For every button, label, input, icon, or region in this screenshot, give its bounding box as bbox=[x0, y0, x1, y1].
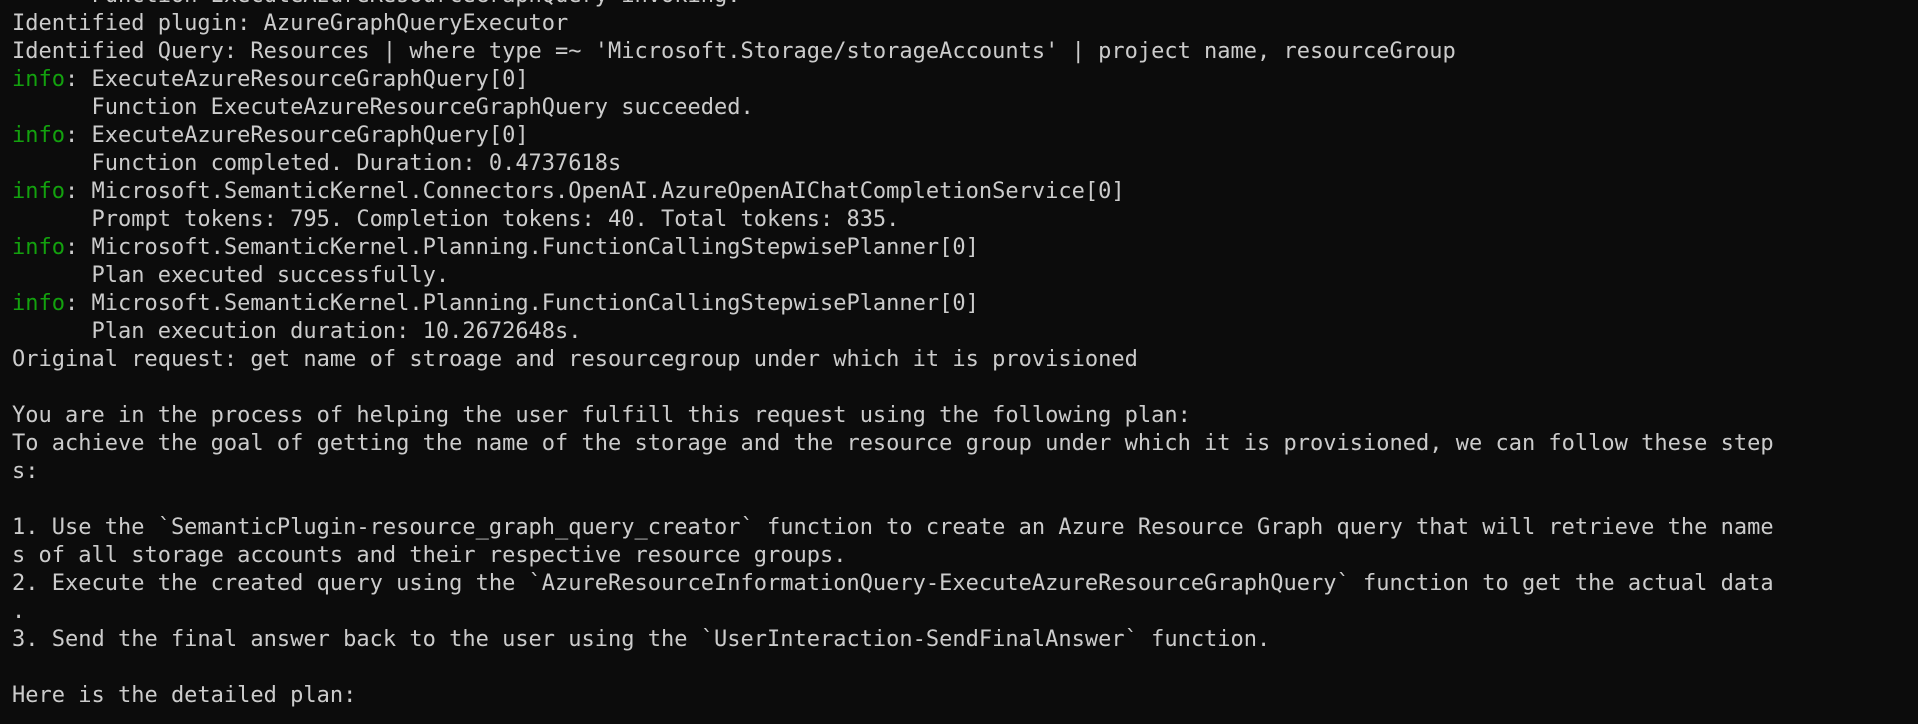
terminal-line: Prompt tokens: 795. Completion tokens: 4… bbox=[12, 206, 1918, 234]
log-level-info: info bbox=[12, 179, 65, 204]
line-text: : Microsoft.SemanticKernel.Planning.Func… bbox=[64, 235, 979, 260]
line-text: : Microsoft.SemanticKernel.Planning.Func… bbox=[64, 291, 979, 316]
terminal-line: s: bbox=[12, 458, 1918, 486]
terminal-line: You are in the process of helping the us… bbox=[12, 402, 1918, 430]
line-text: Plan executed successfully. bbox=[12, 263, 450, 288]
log-level-info: info bbox=[12, 67, 65, 92]
terminal-line: Identified plugin: AzureGraphQueryExecut… bbox=[12, 10, 1918, 38]
terminal-line: Plan executed successfully. bbox=[12, 262, 1918, 290]
line-text: Identified plugin: AzureGraphQueryExecut… bbox=[12, 11, 569, 36]
terminal-line: info: Microsoft.SemanticKernel.Planning.… bbox=[12, 234, 1918, 262]
terminal-line: 3. Send the final answer back to the use… bbox=[12, 626, 1918, 654]
terminal-line: info: Microsoft.SemanticKernel.Connector… bbox=[12, 178, 1918, 206]
line-text: Prompt tokens: 795. Completion tokens: 4… bbox=[12, 207, 900, 232]
terminal-line: 2. Execute the created query using the `… bbox=[12, 570, 1918, 598]
log-level-info: info bbox=[12, 123, 65, 148]
terminal-line: 1. Use the `SemanticPlugin-resource_grap… bbox=[12, 514, 1918, 542]
line-text: 2. Execute the created query using the `… bbox=[12, 571, 1774, 596]
line-text: You are in the process of helping the us… bbox=[12, 403, 1191, 428]
terminal-line: info: ExecuteAzureResourceGraphQuery[0] bbox=[12, 122, 1918, 150]
terminal-line: To achieve the goal of getting the name … bbox=[12, 430, 1918, 458]
terminal-line: info: Microsoft.SemanticKernel.Planning.… bbox=[12, 290, 1918, 318]
line-text: s: bbox=[12, 459, 39, 484]
log-level-info: info bbox=[12, 291, 65, 316]
line-text: . bbox=[12, 599, 26, 624]
terminal-output[interactable]: Function ExecuteAzureResourceGraphQuery … bbox=[0, 0, 1918, 724]
terminal-line: info: ExecuteAzureResourceGraphQuery[0] bbox=[12, 66, 1918, 94]
line-text: Function ExecuteAzureResourceGraphQuery … bbox=[12, 95, 754, 120]
terminal-line: Identified Query: Resources | where type… bbox=[12, 38, 1918, 66]
line-text: : ExecuteAzureResourceGraphQuery[0] bbox=[64, 67, 529, 92]
line-text: Identified Query: Resources | where type… bbox=[12, 39, 1456, 64]
line-text: Function ExecuteAzureResourceGraphQuery … bbox=[12, 0, 740, 8]
line-text: Here is the detailed plan: bbox=[12, 683, 357, 708]
line-text: : Microsoft.SemanticKernel.Connectors.Op… bbox=[64, 179, 1125, 204]
terminal-line: . bbox=[12, 598, 1918, 626]
line-text: Function completed. Duration: 0.4737618s bbox=[12, 151, 622, 176]
terminal-line: Plan execution duration: 10.2672648s. bbox=[12, 318, 1918, 346]
terminal-line: s of all storage accounts and their resp… bbox=[12, 542, 1918, 570]
line-text: To achieve the goal of getting the name … bbox=[12, 431, 1774, 456]
terminal-line: Original request: get name of stroage an… bbox=[12, 346, 1918, 374]
line-text: 1. Use the `SemanticPlugin-resource_grap… bbox=[12, 515, 1774, 540]
line-text: 3. Send the final answer back to the use… bbox=[12, 627, 1271, 652]
line-text: Original request: get name of stroage an… bbox=[12, 347, 1138, 372]
terminal-line: Function ExecuteAzureResourceGraphQuery … bbox=[12, 94, 1918, 122]
line-text: s of all storage accounts and their resp… bbox=[12, 543, 847, 568]
line-text: Plan execution duration: 10.2672648s. bbox=[12, 319, 582, 344]
line-text: : ExecuteAzureResourceGraphQuery[0] bbox=[64, 123, 529, 148]
terminal-line: Function completed. Duration: 0.4737618s bbox=[12, 150, 1918, 178]
log-level-info: info bbox=[12, 235, 65, 260]
terminal-line: Here is the detailed plan: bbox=[12, 682, 1918, 710]
terminal-line: Function ExecuteAzureResourceGraphQuery … bbox=[12, 0, 1918, 10]
